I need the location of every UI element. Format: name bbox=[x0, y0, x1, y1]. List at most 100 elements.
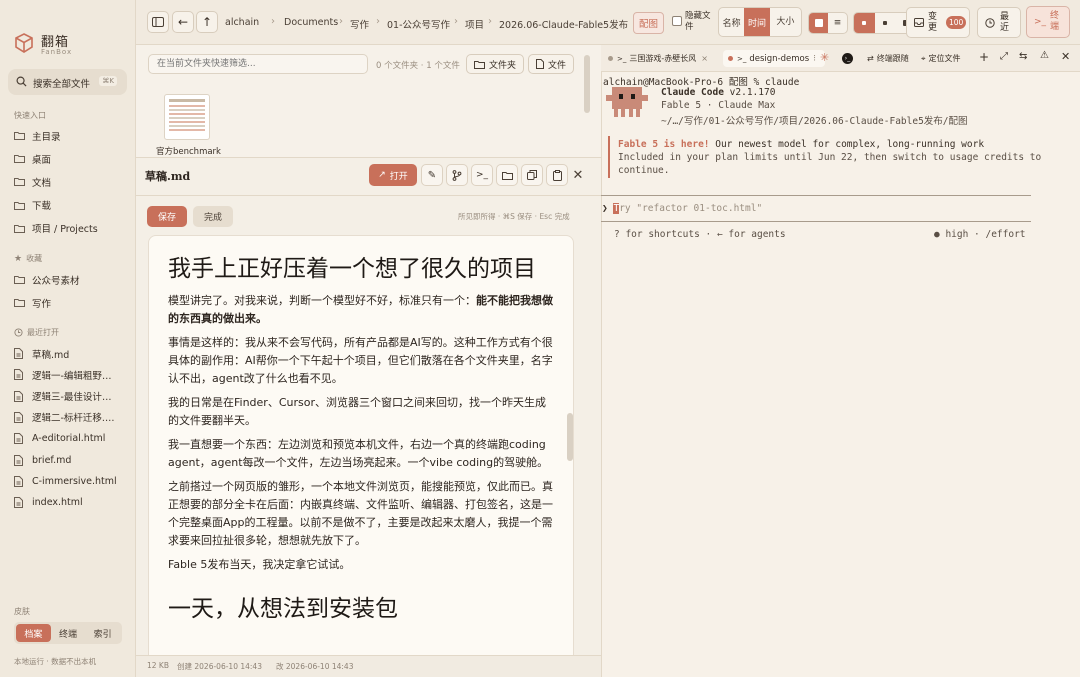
sidebar-recent-item[interactable]: 草稿.md bbox=[8, 344, 128, 363]
paragraph: 事情是这样的：我从来不会写代码，所有产品都是AI写的。这种工作方式有个很具体的副… bbox=[168, 336, 553, 385]
sidebar-recent-item[interactable]: 逻辑三-最佳设计师.... bbox=[8, 387, 128, 406]
sort-size-button[interactable]: 大小 bbox=[770, 8, 801, 36]
done-button[interactable]: 完成 bbox=[193, 206, 233, 227]
git-button[interactable] bbox=[446, 164, 468, 186]
folder-icon bbox=[14, 201, 26, 210]
notice-bold: Fable 5 is here! bbox=[618, 139, 710, 150]
clipboard-icon bbox=[552, 169, 562, 181]
claude-code-name: Claude Code bbox=[661, 87, 724, 98]
sidebar-quick-item[interactable]: 项目 / Projects bbox=[8, 219, 128, 238]
new-tab-icon[interactable]: + bbox=[979, 50, 989, 64]
skin-archive-button[interactable]: 档案 bbox=[16, 624, 51, 642]
sort-time-button[interactable]: 时间 bbox=[744, 8, 770, 36]
close-editor-button[interactable]: ✕ bbox=[570, 164, 586, 186]
checkbox[interactable] bbox=[672, 16, 682, 26]
size-medium-button[interactable] bbox=[875, 13, 896, 33]
sidebar-quick-item[interactable]: 桌面 bbox=[8, 149, 128, 168]
sidebar-recent-item[interactable]: 逻辑二-标杆迁移.ht... bbox=[8, 408, 128, 427]
close-icon[interactable]: ✕ bbox=[1061, 50, 1070, 63]
edit-button[interactable]: ✎ bbox=[421, 164, 443, 186]
paragraph: 之前搭过一个网页版的雏形，一个本地文件浏览页，能搜能预览，仅此而已。真正想要的部… bbox=[168, 480, 553, 547]
sidebar-recent-item[interactable]: C-immersive.html bbox=[8, 472, 128, 491]
file-thumbnail-label: 官方benchmark bbox=[156, 147, 221, 156]
expand-icon[interactable]: ⤢ bbox=[1000, 51, 1008, 62]
sidebar-recent-item[interactable]: brief.md bbox=[8, 451, 128, 470]
dot-medium-icon bbox=[883, 21, 887, 25]
list-view-button[interactable]: ≡ bbox=[828, 13, 847, 33]
claude-sparkle-icon[interactable]: ✳ bbox=[820, 51, 829, 64]
skin-switcher: 档案 终端 索引 bbox=[14, 622, 122, 644]
view-mode-switcher: ≡ bbox=[808, 12, 848, 34]
breadcrumb-projects[interactable]: 项目 bbox=[465, 17, 484, 31]
new-folder-button[interactable]: 文件夹 bbox=[466, 54, 524, 74]
folder-icon bbox=[473, 60, 485, 69]
folder-icon bbox=[14, 177, 26, 187]
save-button[interactable]: 保存 bbox=[147, 206, 187, 227]
notice-text: Our newest model for complex, long-runni… bbox=[709, 139, 985, 150]
skin-index-button[interactable]: 索引 bbox=[85, 624, 120, 642]
recent-heading: 最近打开 bbox=[14, 327, 59, 338]
agent-avatar-icon[interactable]: ›_ bbox=[842, 53, 853, 64]
up-button[interactable]: ↑ bbox=[196, 11, 218, 33]
breadcrumb-current[interactable]: 配图 bbox=[633, 12, 665, 34]
terminal-tab[interactable]: >_ 三国游戏-赤壁长风 × bbox=[605, 50, 721, 67]
terminal-tab-active[interactable]: >_ design-demos ⁝ bbox=[723, 50, 825, 67]
sidebar-favorite-item-label: 公众号素材 bbox=[32, 275, 80, 287]
box-logo-icon bbox=[15, 33, 33, 53]
search-all-button[interactable]: 搜索全部文件 ⌘K bbox=[8, 69, 127, 95]
sidebar-quick-item[interactable]: 主目录 bbox=[8, 126, 128, 145]
close-icon[interactable]: × bbox=[701, 54, 708, 63]
clipboard-button[interactable] bbox=[546, 164, 568, 186]
sidebar-quick-item-label: 主目录 bbox=[32, 131, 61, 143]
pencil-icon: ✎ bbox=[427, 169, 437, 181]
open-in-terminal-button[interactable]: >_ bbox=[471, 164, 493, 186]
document-editor[interactable]: 我手上正好压着一个想了很久的项目 模型讲完了。对我来说，判断一个模型好不好，标准… bbox=[148, 235, 574, 675]
sidebar-recent-item[interactable]: A-editorial.html bbox=[8, 429, 128, 448]
open-label: 打开 bbox=[389, 171, 408, 182]
back-button[interactable]: ← bbox=[172, 11, 194, 33]
swap-icon[interactable]: ⇆ bbox=[1019, 51, 1027, 62]
skin-terminal-button[interactable]: 终端 bbox=[51, 624, 86, 642]
size-small-button[interactable] bbox=[854, 13, 875, 33]
sort-name-button[interactable]: 名称 bbox=[719, 8, 744, 36]
claude-code-version: v2.1.170 bbox=[729, 87, 776, 98]
terminal-toggle-button[interactable]: >_ 终端 bbox=[1026, 6, 1070, 38]
folder-filter-input[interactable] bbox=[148, 54, 368, 74]
hidden-files-toggle[interactable]: 隐藏文件 bbox=[672, 11, 716, 35]
sidebar-favorite-item[interactable]: 公众号素材 bbox=[8, 270, 128, 289]
sidebar-recent-item[interactable]: 逻辑一-编辑粗野主... bbox=[8, 365, 128, 384]
sidebar-quick-item[interactable]: 下载 bbox=[8, 196, 128, 215]
breadcrumb-wechat[interactable]: 01-公众号写作 bbox=[387, 17, 450, 31]
split-icon[interactable]: ⁝ bbox=[813, 54, 816, 64]
claude-code-title: Claude Code v2.1.170 bbox=[661, 87, 775, 98]
file-scrollbar[interactable] bbox=[584, 55, 590, 113]
locate-file-button[interactable]: ⌖ 定位文件 bbox=[921, 53, 961, 64]
favorites-heading: ★ 收藏 bbox=[14, 253, 42, 264]
copy-button[interactable] bbox=[521, 164, 543, 186]
terminal-follow-button[interactable]: ⇄ 终端跟随 bbox=[867, 53, 909, 64]
sidebar-quick-item[interactable]: 文档 bbox=[8, 172, 128, 191]
file-icon bbox=[14, 454, 26, 466]
sidebar-recent-item[interactable]: index.html bbox=[8, 493, 128, 512]
breadcrumb-documents[interactable]: Documents bbox=[284, 17, 338, 28]
breadcrumb-writing[interactable]: 写作 bbox=[350, 17, 369, 31]
prompt-placeholder: ry "refactor 01-toc.html" bbox=[619, 203, 763, 214]
warning-icon[interactable]: ⚠ bbox=[1040, 50, 1049, 61]
toggle-sidebar-button[interactable] bbox=[147, 11, 169, 33]
recent-button[interactable]: 最近 bbox=[977, 7, 1021, 38]
terminal-tab-label: design-demos bbox=[749, 53, 810, 64]
prompt-input[interactable]: ❯ Try "refactor 01-toc.html" bbox=[602, 203, 762, 214]
sidebar-favorite-item[interactable]: 写作 bbox=[8, 293, 128, 312]
new-file-button[interactable]: 文件 bbox=[528, 54, 574, 74]
document-scrollbar[interactable] bbox=[567, 413, 573, 461]
changes-button[interactable]: 变更 100 bbox=[906, 7, 970, 38]
breadcrumb-alchain[interactable]: alchain bbox=[225, 17, 259, 28]
breadcrumb-project-folder[interactable]: 2026.06-Claude-Fable5发布 bbox=[499, 17, 628, 31]
open-external-button[interactable]: ↗ 打开 bbox=[369, 164, 417, 186]
grid-view-button[interactable] bbox=[809, 13, 828, 33]
editor-divider bbox=[136, 195, 601, 196]
local-footer: 本地运行 · 数据不出本机 bbox=[14, 657, 97, 666]
reveal-folder-button[interactable] bbox=[496, 164, 518, 186]
file-thumbnail[interactable] bbox=[164, 94, 210, 140]
notice-line-1: Fable 5 is here! Our newest model for co… bbox=[618, 139, 984, 150]
